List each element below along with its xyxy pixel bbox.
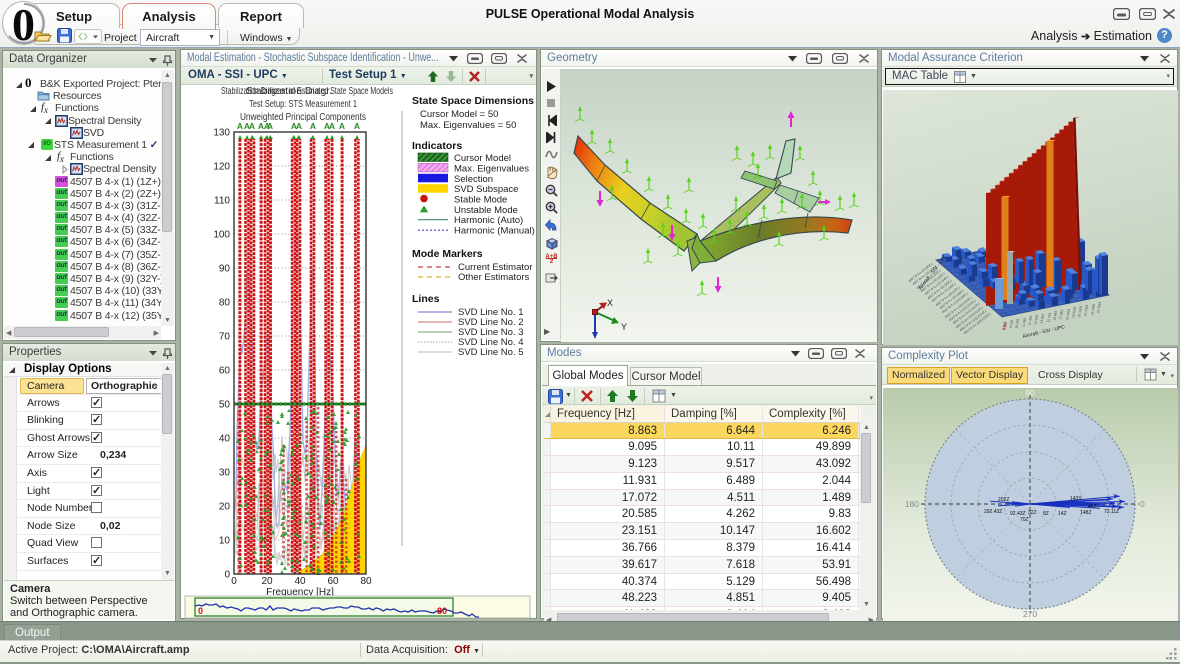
svg-text:60: 60 (327, 576, 339, 587)
svg-text:0: 0 (198, 606, 203, 616)
svg-text:Cursor Model = 50: Cursor Model = 50 (420, 109, 498, 120)
svg-text:46Z: 46Z (1088, 504, 1097, 510)
svg-text:A: A (339, 121, 345, 131)
svg-text:Other Estimators: Other Estimators (458, 272, 530, 283)
svg-text:Stable Mode: Stable Mode (454, 195, 507, 206)
svg-text:A: A (237, 121, 243, 131)
svg-text:14Z: 14Z (1058, 511, 1067, 517)
svg-text:Max. Eigenvalues: Max. Eigenvalues (454, 163, 529, 174)
svg-text:40: 40 (219, 434, 231, 445)
svg-text:Z: Z (592, 341, 598, 342)
svg-text:0: 0 (1140, 499, 1145, 509)
svg-text:Indicators: Indicators (412, 140, 462, 152)
svg-text:10: 10 (219, 536, 231, 547)
svg-text:Mode Markers: Mode Markers (412, 248, 483, 260)
svg-text:State Space Dimensions: State Space Dimensions (412, 95, 534, 107)
svg-text:80: 80 (437, 606, 447, 616)
svg-text:A: A (310, 121, 316, 131)
svg-text:Harmonic (Auto): Harmonic (Auto) (454, 215, 523, 226)
svg-text:A: A (249, 121, 255, 131)
svg-text:SVD Line No. 5: SVD Line No. 5 (458, 347, 523, 358)
svg-text:20: 20 (219, 502, 231, 513)
svg-text:270: 270 (1023, 609, 1037, 619)
svg-text:20: 20 (261, 576, 273, 587)
svg-text:70Z: 70Z (1020, 517, 1029, 523)
svg-text:X: X (607, 298, 613, 308)
svg-text:Lines: Lines (412, 293, 440, 305)
svg-text:60: 60 (219, 366, 231, 377)
svg-text:0: 0 (224, 570, 230, 581)
svg-text:80: 80 (360, 576, 372, 587)
svg-text:32Z: 32Z (1028, 510, 1037, 516)
svg-text:72.11Z: 72.11Z (1104, 509, 1119, 515)
svg-text:90: 90 (1025, 388, 1035, 398)
svg-text:180: 180 (905, 499, 919, 509)
svg-text:148Z: 148Z (1080, 510, 1091, 516)
svg-text:80: 80 (219, 298, 231, 309)
svg-text:Y: Y (621, 322, 627, 332)
svg-text:202Z: 202Z (998, 497, 1009, 503)
svg-text:143Y: 143Y (1070, 496, 1082, 502)
svg-text:50: 50 (219, 400, 231, 411)
svg-text:40: 40 (294, 576, 306, 587)
svg-text:110: 110 (214, 196, 230, 207)
svg-text:Selection: Selection (454, 174, 493, 185)
svg-text:0: 0 (231, 576, 237, 587)
svg-text:8Z: 8Z (1043, 511, 1049, 517)
svg-text:70: 70 (219, 332, 231, 343)
svg-text:120: 120 (213, 162, 230, 173)
svg-text:90: 90 (219, 264, 231, 275)
svg-text:30: 30 (219, 468, 231, 479)
svg-text:Stabilization Diagr.: Stabilization Diagr. (246, 87, 332, 97)
svg-text:Max. Eigenvalues = 50: Max. Eigenvalues = 50 (420, 120, 516, 131)
svg-text:A: A (329, 121, 335, 131)
svg-text:A: A (296, 121, 302, 131)
svg-text:292.43Z: 292.43Z (984, 509, 1002, 515)
svg-text:Test Setup: STS Measurement 1: Test Setup: STS Measurement 1 (249, 99, 357, 110)
svg-text:A: A (267, 121, 273, 131)
svg-text:100: 100 (213, 230, 230, 241)
svg-text:Harmonic (Manual): Harmonic (Manual) (454, 226, 535, 237)
svg-text:A: A (354, 121, 360, 131)
svg-text:130: 130 (213, 128, 230, 139)
svg-text:Cursor Model: Cursor Model (454, 153, 511, 164)
